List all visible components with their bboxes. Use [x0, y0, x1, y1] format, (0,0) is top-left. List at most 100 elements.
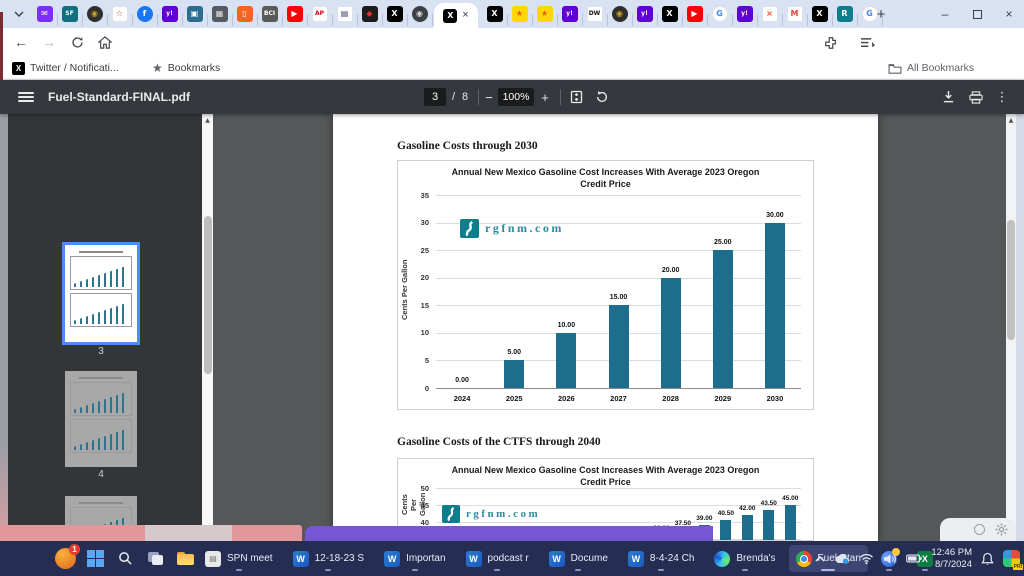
active-tab[interactable]: X ×: [434, 3, 478, 28]
y-tick-label: 0: [398, 384, 429, 393]
download-button[interactable]: [938, 87, 958, 107]
mail-tab[interactable]: ✉: [32, 6, 57, 22]
reload-button[interactable]: [68, 33, 86, 51]
taskbar-app-spn-meet[interactable]: ▤SPN meet: [198, 545, 280, 572]
taskbar-app-8-4-24-ch[interactable]: W8-4-24 Ch: [621, 545, 701, 572]
extensions-puzzle-icon[interactable]: [822, 34, 840, 52]
onedrive-cloud-icon[interactable]: [834, 553, 850, 564]
orange-app-icon[interactable]: 1: [55, 548, 76, 569]
bci-tab[interactable]: BCI: [257, 6, 282, 22]
teal-app-tab[interactable]: ▣: [182, 6, 207, 22]
window-close-button[interactable]: ×: [994, 0, 1024, 28]
yahoo-tab[interactable]: y!: [557, 6, 582, 22]
us-flag-tab[interactable]: ▤: [332, 6, 357, 22]
x-twitter-tab[interactable]: X: [382, 6, 407, 22]
taskbar-app-brenda-s[interactable]: Brenda's: [707, 545, 782, 572]
zoom-in-button[interactable]: +: [538, 87, 552, 107]
taskbar-app-docume[interactable]: WDocume: [542, 545, 615, 572]
sfnm-tab[interactable]: SF: [57, 6, 82, 22]
notifications-bell-icon[interactable]: [981, 552, 994, 566]
taskbar-app-podcast-r[interactable]: Wpodcast r: [459, 545, 536, 572]
ap-news-tab[interactable]: AP: [307, 6, 332, 22]
side-panel-icon[interactable]: [858, 34, 876, 52]
volume-icon[interactable]: [883, 553, 897, 565]
all-bookmarks-button[interactable]: All Bookmarks: [888, 56, 974, 80]
sidebar-scrollbar-thumb[interactable]: [204, 216, 212, 374]
page-number-input[interactable]: 3: [424, 88, 446, 106]
gold-seal-tab[interactable]: ◉: [607, 6, 632, 22]
yahoo-tab[interactable]: y!: [157, 6, 182, 22]
rotate-button[interactable]: [592, 87, 612, 107]
favicon-yahoo: y!: [637, 6, 653, 22]
main-scrollbar[interactable]: ▲: [1006, 114, 1016, 541]
thumbnail-page-label: 4: [65, 469, 137, 480]
youtube-tab[interactable]: ▶: [682, 6, 707, 22]
joomla-tab[interactable]: ×: [757, 6, 782, 22]
google-tab[interactable]: G: [707, 6, 732, 22]
window-minimize-button[interactable]: –: [930, 0, 960, 28]
globe-tab[interactable]: ◉: [407, 6, 432, 22]
dw-tab[interactable]: DW: [582, 6, 607, 22]
orange-app-tab[interactable]: ▯: [232, 6, 257, 22]
scroll-up-icon[interactable]: ▲: [1006, 117, 1016, 124]
teal-r-tab[interactable]: R: [832, 6, 857, 22]
thumb-mini-chart: [70, 382, 132, 416]
taskbar-search-button[interactable]: [112, 541, 138, 576]
y-tick-label: 35: [398, 191, 429, 200]
bookmark-twitter[interactable]: X Twitter / Notificati...: [12, 56, 119, 80]
battery-icon[interactable]: [906, 554, 922, 563]
favicon-flame: ◆: [362, 6, 378, 22]
gold-star-tab[interactable]: ★: [532, 6, 557, 22]
thumbnail-page-4[interactable]: [65, 371, 137, 467]
tray-overflow-chevron-icon[interactable]: [815, 556, 825, 562]
word-icon: W: [466, 551, 482, 567]
scroll-up-icon[interactable]: ▲: [202, 117, 213, 124]
favicon-yahoo: y!: [562, 6, 578, 22]
taskbar-clock[interactable]: 12:46 PM 8/7/2024: [931, 547, 972, 571]
pdf-more-kebab-icon[interactable]: ⋮: [992, 87, 1012, 107]
bar-2025: [504, 360, 524, 388]
thumbnail-page-3[interactable]: [65, 245, 137, 342]
taskbar-app-label: podcast r: [488, 553, 529, 564]
x-twitter-tab[interactable]: X: [807, 6, 832, 22]
window-maximize-button[interactable]: [962, 0, 992, 28]
tab-search-chevron-icon[interactable]: [8, 4, 30, 24]
pdf-menu-hamburger-icon[interactable]: [18, 92, 34, 102]
sidebar-scrollbar[interactable]: ▲ ▼: [202, 114, 213, 541]
desktop-screen: ✉SF◉☆fy!▣▦▯BCI▶AP▤◆X◉SF X × X★★y!DW◉y!X▶…: [0, 0, 1024, 576]
taskbar-app-label: SPN meet: [227, 553, 273, 564]
bookmark-folder-bookmarks[interactable]: ★ Bookmarks: [152, 56, 220, 80]
favicon-dw: DW: [587, 6, 603, 22]
yahoo-tab[interactable]: y!: [732, 6, 757, 22]
pdf-page-3: Gasoline Costs through 2030 rgfnm.com An…: [333, 114, 878, 541]
yahoo-tab[interactable]: y!: [632, 6, 657, 22]
youtube-tab[interactable]: ▶: [282, 6, 307, 22]
x-twitter-tab[interactable]: X: [482, 6, 507, 22]
pdf-toolbar: Fuel-Standard-FINAL.pdf 3 / 8 − 100% + ⋮: [0, 80, 1024, 114]
tab-close-icon[interactable]: ×: [462, 10, 468, 21]
dark-grid-tab[interactable]: ▦: [207, 6, 232, 22]
file-explorer-button[interactable]: [172, 541, 198, 576]
colorful-widget-icon[interactable]: PRI: [1003, 550, 1020, 567]
fit-page-button[interactable]: [566, 87, 586, 107]
task-view-button[interactable]: [142, 541, 168, 576]
forward-button[interactable]: →: [40, 33, 58, 51]
facebook-tab[interactable]: f: [132, 6, 157, 22]
taskbar-app-importan[interactable]: WImportan: [377, 545, 452, 572]
zoom-level[interactable]: 100%: [498, 88, 534, 106]
main-scrollbar-thumb[interactable]: [1007, 220, 1015, 340]
zoom-out-button[interactable]: −: [482, 87, 496, 107]
gold-seal-tab[interactable]: ◉: [82, 6, 107, 22]
back-button[interactable]: ←: [12, 33, 30, 51]
new-tab-button[interactable]: +: [870, 4, 892, 24]
print-button[interactable]: [966, 87, 986, 107]
gmail-tab[interactable]: M: [782, 6, 807, 22]
taskbar-app-12-18-23-s[interactable]: W12-18-23 S: [286, 545, 371, 572]
home-button[interactable]: [96, 33, 114, 51]
gold-star-tab[interactable]: ★: [507, 6, 532, 22]
x-twitter-tab[interactable]: X: [657, 6, 682, 22]
start-button[interactable]: [82, 541, 108, 576]
red-star-tab[interactable]: ☆: [107, 6, 132, 22]
wifi-icon[interactable]: [859, 553, 874, 564]
flame-tab[interactable]: ◆: [357, 6, 382, 22]
